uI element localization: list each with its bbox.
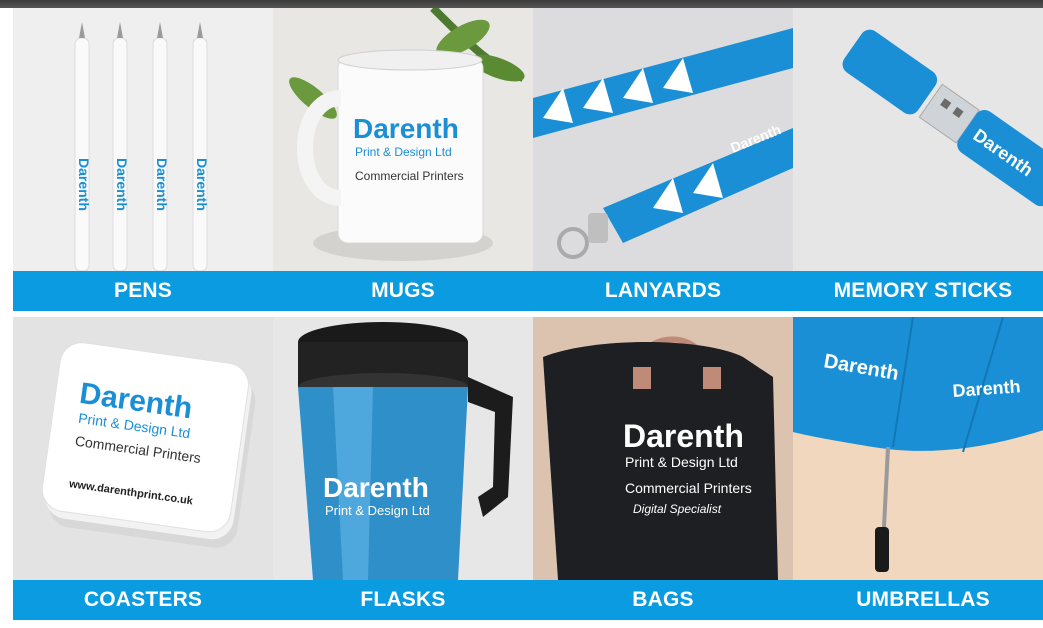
lanyards-label: LANYARDS xyxy=(533,271,793,311)
pens-photo: Darenth Darenth Darenth Darenth xyxy=(13,8,273,271)
svg-text:Darenth: Darenth xyxy=(194,158,210,211)
product-tile-coasters[interactable]: Darenth Print & Design Ltd Commercial Pr… xyxy=(13,317,273,620)
svg-text:Print & Design Ltd: Print & Design Ltd xyxy=(625,454,738,470)
svg-text:Darenth: Darenth xyxy=(114,158,130,211)
memory-sticks-label: MEMORY STICKS xyxy=(793,271,1043,311)
svg-text:Commercial Printers: Commercial Printers xyxy=(355,169,464,183)
coasters-photo: Darenth Print & Design Ltd Commercial Pr… xyxy=(13,317,273,580)
top-bar xyxy=(0,0,1043,8)
mugs-photo: Darenth Print & Design Ltd Commercial Pr… xyxy=(273,8,533,271)
svg-text:Commercial Printers: Commercial Printers xyxy=(625,480,752,496)
bags-photo: Darenth Print & Design Ltd Commercial Pr… xyxy=(533,317,793,580)
coasters-label: COASTERS xyxy=(13,580,273,620)
product-grid: Darenth Darenth Darenth Darenth PENS Dar… xyxy=(13,8,1043,620)
umbrellas-label: UMBRELLAS xyxy=(793,580,1043,620)
bags-label: BAGS xyxy=(533,580,793,620)
product-tile-lanyards[interactable]: Darenth LANYARDS xyxy=(533,8,793,311)
memory-sticks-photo: Darenth xyxy=(793,8,1043,271)
svg-text:Darenth: Darenth xyxy=(353,113,459,144)
product-tile-bags[interactable]: Darenth Print & Design Ltd Commercial Pr… xyxy=(533,317,793,620)
svg-text:Digital Specialist: Digital Specialist xyxy=(633,502,722,516)
product-tile-umbrellas[interactable]: Darenth Darenth UMBRELLAS xyxy=(793,317,1043,620)
lanyards-photo: Darenth xyxy=(533,8,793,271)
svg-text:Darenth: Darenth xyxy=(623,418,744,454)
flasks-photo: Darenth Print & Design Ltd xyxy=(273,317,533,580)
product-tile-memory-sticks[interactable]: Darenth MEMORY STICKS xyxy=(793,8,1043,311)
flasks-label: FLASKS xyxy=(273,580,533,620)
product-tile-flasks[interactable]: Darenth Print & Design Ltd FLASKS xyxy=(273,317,533,620)
svg-text:Darenth: Darenth xyxy=(76,158,92,211)
umbrellas-photo: Darenth Darenth xyxy=(793,317,1043,580)
product-tile-mugs[interactable]: Darenth Print & Design Ltd Commercial Pr… xyxy=(273,8,533,311)
svg-text:Print & Design Ltd: Print & Design Ltd xyxy=(325,503,430,518)
mugs-label: MUGS xyxy=(273,271,533,311)
pens-label: PENS xyxy=(13,271,273,311)
svg-text:Darenth: Darenth xyxy=(323,472,429,503)
product-tile-pens[interactable]: Darenth Darenth Darenth Darenth PENS xyxy=(13,8,273,311)
svg-text:Print & Design Ltd: Print & Design Ltd xyxy=(355,145,452,159)
svg-text:Darenth: Darenth xyxy=(154,158,170,211)
